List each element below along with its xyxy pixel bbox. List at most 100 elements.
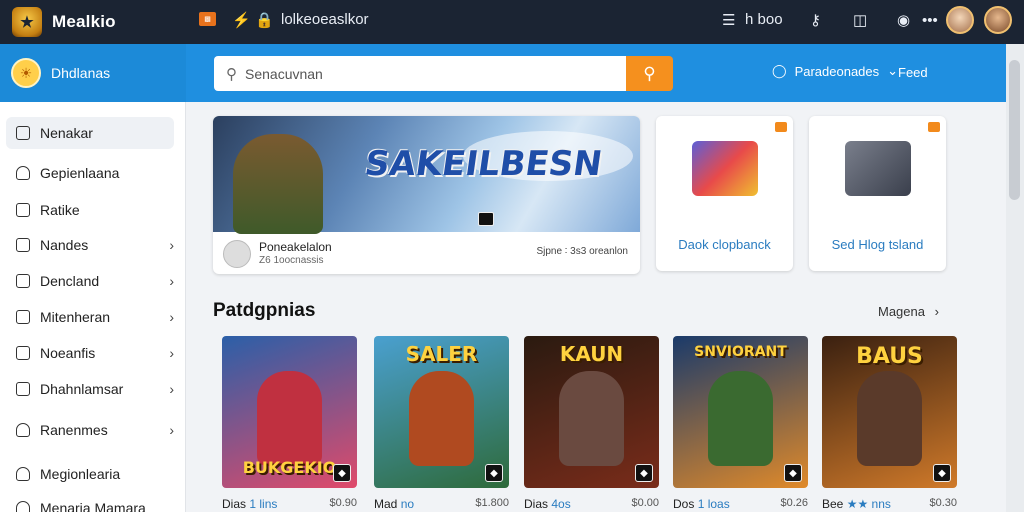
- platform-badge-icon: ◆: [933, 464, 951, 482]
- character-figure: [257, 371, 322, 466]
- user-menu-label: Paradeonades: [794, 63, 880, 79]
- person-icon: [16, 423, 30, 437]
- avatar[interactable]: [223, 240, 251, 268]
- lock-icon[interactable]: 🔒: [255, 10, 274, 32]
- sidebar-item[interactable]: Mitenheran ›: [6, 301, 174, 333]
- search-icon: ⚲: [226, 65, 237, 83]
- game-card[interactable]: KAUN ◆ Dias 4os $0.00: [524, 336, 659, 512]
- banner-badge-icon: [478, 212, 494, 226]
- sidebar-item-label: Mitenheran: [40, 309, 111, 325]
- scrollbar-thumb[interactable]: [1009, 60, 1020, 200]
- sidebar-item[interactable]: Menaria Mamara: [6, 492, 174, 512]
- sidebar-item[interactable]: Gepienlaana: [6, 157, 174, 189]
- character-figure: [409, 371, 474, 466]
- console-icon: [845, 141, 911, 196]
- key-icon[interactable]: ⚷: [810, 10, 821, 32]
- hero-character: [233, 134, 323, 234]
- platform-badge-icon: ◆: [333, 464, 351, 482]
- card-tag: 1 loas: [697, 497, 730, 511]
- chevron-right-icon: ›: [169, 273, 174, 289]
- sidebar-item-label: Dencland: [40, 273, 100, 289]
- banner-meta: Sjpne ∶ 3s3 oreanlon: [536, 246, 628, 257]
- character-figure: [559, 371, 624, 466]
- game-cover[interactable]: KAUN ◆: [524, 336, 659, 488]
- card-tag: ★★ nns: [846, 497, 891, 511]
- card-price: $0.00: [631, 497, 659, 509]
- platform-badge-icon: ◆: [485, 464, 503, 482]
- game-card[interactable]: BAUS ◆ Bee ★★ nns $0.30: [822, 336, 957, 512]
- top-bar: ★ Mealkio ▩ ⚡ 🔒 lolkeoeaslkor ☰ h boo ⚷ …: [0, 0, 1024, 44]
- game-card[interactable]: SALER ◆ Mad no $1.800: [374, 336, 509, 512]
- image-icon: [16, 203, 30, 217]
- card-meta: Dias 1 lins $0.90: [222, 497, 357, 511]
- game-cover[interactable]: SNVIORANT ◆: [673, 336, 808, 488]
- mascot-icon[interactable]: ☀: [11, 58, 41, 88]
- sidebar-item-label: Ratike: [40, 202, 80, 218]
- sidebar-item-label: Ranenmes: [40, 422, 108, 438]
- sidebar-item[interactable]: Dhahnlamsar ›: [6, 373, 174, 405]
- game-card[interactable]: BUKGEKIO ◆ Dias 1 lins $0.90: [222, 336, 357, 512]
- search-button[interactable]: ⚲: [626, 56, 673, 91]
- sidebar-item-label: Megionlearia: [40, 466, 121, 482]
- app-logo-icon[interactable]: ★: [12, 7, 42, 37]
- card-tag: 1 lins: [249, 497, 278, 511]
- more-dots-icon[interactable]: •••: [922, 10, 938, 32]
- sidebar-item[interactable]: Ranenmes ›: [6, 414, 174, 446]
- notification-badge-icon[interactable]: ▩: [199, 12, 216, 26]
- see-more-link[interactable]: Magena ›: [878, 304, 939, 319]
- top-nav-text[interactable]: lolkeoeaslkor: [281, 11, 369, 28]
- sidebar-header-title[interactable]: Dhdlanas: [51, 65, 110, 81]
- card-price: $0.90: [329, 497, 357, 509]
- cover-title: KAUN: [559, 342, 624, 366]
- banner-title: SAKEILBESN: [362, 144, 605, 184]
- tile-label: Sed Hlog tsland: [831, 237, 924, 252]
- banner-image[interactable]: SAKEILBESN: [213, 116, 640, 234]
- sidebar-item[interactable]: Megionlearia: [6, 458, 174, 490]
- card-price: $0.30: [929, 497, 957, 509]
- card-price: $0.26: [780, 497, 808, 509]
- app-brand[interactable]: Mealkio: [52, 12, 116, 32]
- card-name: Dias: [524, 497, 549, 511]
- card-name: Bee: [822, 497, 844, 511]
- chat-icon[interactable]: ◫: [853, 10, 867, 32]
- user-avatar[interactable]: [984, 6, 1012, 34]
- cover-title: SNVIORANT: [694, 344, 787, 360]
- square-icon: [16, 126, 30, 140]
- game-cover[interactable]: BUKGEKIO ◆: [222, 336, 357, 488]
- lightning-icon[interactable]: ⚡: [232, 10, 251, 32]
- tile-label: Daok clopbanck: [678, 237, 771, 252]
- banner-author[interactable]: Poneakelalon: [259, 240, 332, 254]
- menu-list-icon[interactable]: ☰: [722, 10, 735, 32]
- avatar[interactable]: [946, 6, 974, 34]
- sidebar-item[interactable]: Noeanfis ›: [6, 337, 174, 369]
- card-price: $1.800: [475, 497, 509, 509]
- game-cover[interactable]: SALER ◆: [374, 336, 509, 488]
- sidebar-item-label: Nandes: [40, 237, 89, 253]
- sidebar-item-label: Menaria Mamara: [40, 500, 146, 512]
- device-icon: [692, 141, 758, 196]
- game-card[interactable]: SNVIORANT ◆ Dos 1 loas $0.26: [673, 336, 808, 512]
- sidebar-item[interactable]: Ratike: [6, 194, 174, 226]
- card-name: Mad: [374, 497, 398, 511]
- chevron-right-icon: ›: [169, 381, 174, 397]
- featured-banner[interactable]: SAKEILBESN Poneakelalon Z6 1oocnassis Sj…: [213, 116, 640, 274]
- feature-tile[interactable]: Sed Hlog tsland: [809, 116, 946, 271]
- sidebar-item[interactable]: Nandes ›: [6, 229, 174, 261]
- globe-icon[interactable]: ◉: [897, 10, 910, 32]
- gamepad-icon: [16, 274, 30, 288]
- feature-tile[interactable]: Daok clopbanck: [656, 116, 793, 271]
- game-cover[interactable]: BAUS ◆: [822, 336, 957, 488]
- top-right-text[interactable]: h boo: [745, 11, 783, 28]
- search-input[interactable]: ⚲ Senacuvnan: [214, 56, 626, 91]
- user-menu-button[interactable]: ◯ Paradeonades ⌄: [772, 63, 898, 79]
- see-more-label: Magena: [878, 304, 925, 319]
- section-title: Patdgpnias: [213, 300, 316, 321]
- feed-link[interactable]: Feed: [898, 65, 928, 80]
- sidebar-item[interactable]: Nenakar: [6, 117, 174, 149]
- person-icon: [16, 166, 30, 180]
- search-bar-area: ⚲ Senacuvnan ⚲ ◯ Paradeonades ⌄ Feed: [186, 44, 1006, 102]
- shield-icon: [16, 382, 30, 396]
- character-figure: [708, 371, 773, 466]
- chevron-right-icon: ›: [169, 237, 174, 253]
- sidebar-item[interactable]: Dencland ›: [6, 265, 174, 297]
